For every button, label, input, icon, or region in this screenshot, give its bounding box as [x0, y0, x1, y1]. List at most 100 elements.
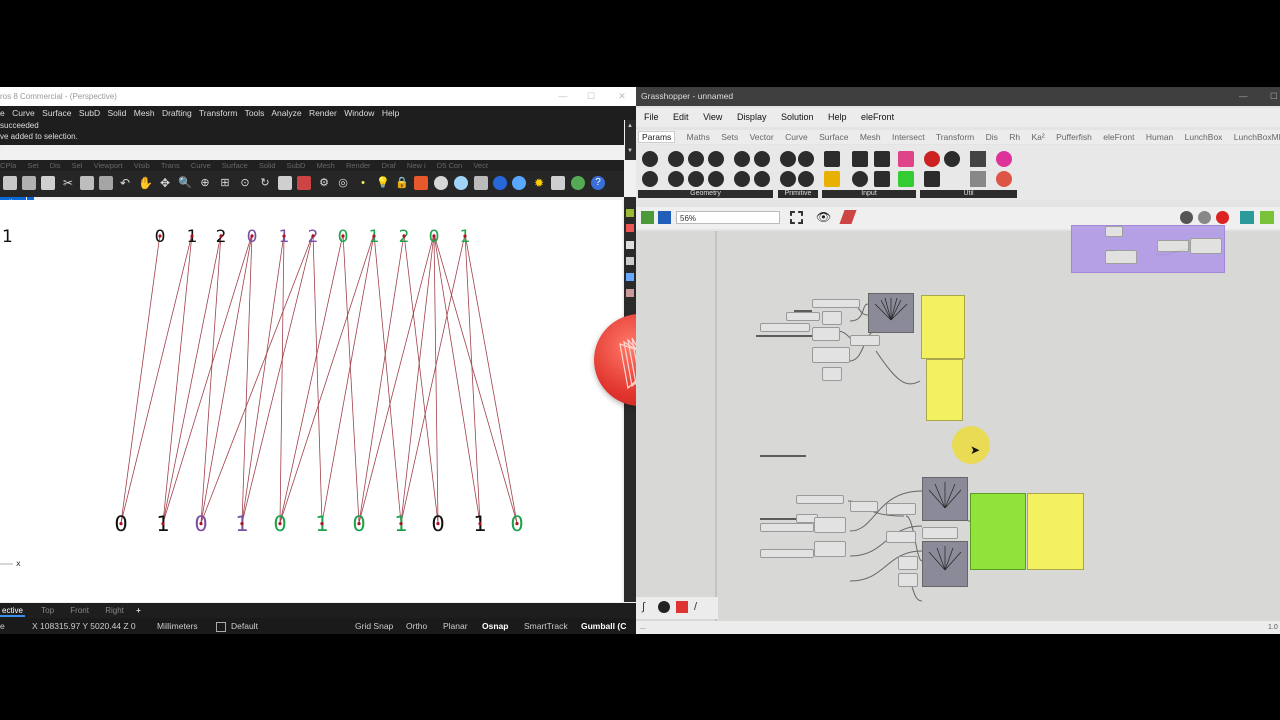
help-icon[interactable]: ? — [591, 176, 605, 190]
sketch-icon[interactable] — [839, 210, 857, 224]
grid-snap-toggle[interactable]: Grid Snap — [355, 618, 393, 634]
flask-icon[interactable] — [996, 171, 1012, 187]
param-icon[interactable] — [754, 171, 770, 187]
viewport-canvas[interactable]: 01201201201010101010101x — [0, 200, 622, 602]
connection-line[interactable] — [358, 233, 435, 524]
value-list-icon[interactable] — [874, 171, 890, 187]
point-marker[interactable] — [478, 522, 482, 526]
slider-icon[interactable] — [824, 151, 840, 167]
point-marker[interactable] — [278, 522, 282, 526]
menu-item-file[interactable]: File — [644, 112, 659, 122]
slider-node[interactable] — [812, 299, 860, 308]
menu-item-mesh[interactable]: Mesh — [134, 108, 155, 118]
tab-subd[interactable]: SubD — [287, 161, 306, 170]
tab-display[interactable]: Dis — [50, 161, 61, 170]
point-marker[interactable] — [357, 522, 361, 526]
param-icon[interactable] — [642, 171, 658, 187]
cut-icon[interactable]: ✂ — [61, 176, 75, 190]
tab-surface[interactable]: Surface — [222, 161, 248, 170]
zoom-selected-icon[interactable]: ⊙ — [238, 176, 252, 190]
tab-top[interactable]: Top — [41, 606, 54, 615]
point-marker[interactable] — [219, 234, 223, 238]
slider-node[interactable] — [760, 323, 810, 332]
tab-maths[interactable]: Maths — [687, 132, 710, 142]
param-icon[interactable] — [708, 171, 724, 187]
graph-mapper-node[interactable] — [922, 477, 968, 521]
planar-toggle[interactable]: Planar — [443, 618, 468, 634]
menu-item-surface[interactable]: Surface — [42, 108, 71, 118]
preview-eye-icon[interactable]: 👁 — [816, 210, 831, 224]
gradient-icon[interactable] — [898, 151, 914, 167]
tab-right[interactable]: Right — [105, 606, 124, 615]
menu-item-elefront[interactable]: eleFront — [861, 112, 894, 122]
connection-line[interactable] — [162, 233, 222, 524]
cherry-icon[interactable] — [924, 151, 940, 167]
panel-icon[interactable] — [626, 224, 634, 232]
add-viewport-button[interactable]: + — [136, 606, 141, 615]
point-marker[interactable] — [240, 522, 244, 526]
connection-line[interactable] — [279, 233, 344, 524]
point-marker[interactable] — [372, 234, 376, 238]
connection-line[interactable] — [342, 233, 360, 524]
menu-item-transform[interactable]: Transform — [199, 108, 237, 118]
four-views-icon[interactable] — [278, 176, 292, 190]
param-icon[interactable] — [642, 151, 658, 167]
ortho-toggle[interactable]: Ortho — [406, 618, 427, 634]
connection-line[interactable] — [241, 233, 253, 524]
disable-icon[interactable] — [1216, 211, 1229, 224]
menu-item-help[interactable]: Help — [828, 112, 847, 122]
connection-line[interactable] — [279, 233, 285, 524]
menu-item-drafting[interactable]: Drafting — [162, 108, 192, 118]
connection-line[interactable] — [312, 233, 323, 524]
tab-select[interactable]: Sel — [72, 161, 83, 170]
boolean-icon[interactable] — [852, 171, 868, 187]
pan-icon[interactable]: ✋ — [138, 176, 153, 190]
tab-solid[interactable]: Solid — [259, 161, 276, 170]
colour-swatch-icon[interactable] — [898, 171, 914, 187]
connection-line[interactable] — [162, 233, 193, 524]
menu-item-help[interactable]: Help — [382, 108, 399, 118]
connection-line[interactable] — [400, 233, 435, 524]
param-icon[interactable] — [688, 151, 704, 167]
component-node[interactable] — [1105, 250, 1137, 264]
connection-line[interactable] — [279, 233, 375, 524]
preview-mode-icon[interactable] — [1198, 211, 1211, 224]
point-marker[interactable] — [399, 522, 403, 526]
param-icon[interactable] — [734, 151, 750, 167]
grasshopper-canvas[interactable]: ➤ — [636, 225, 1280, 621]
tab-d5[interactable]: D5 Con — [437, 161, 462, 170]
component-node[interactable] — [812, 347, 850, 363]
zoom-field[interactable]: 56% — [676, 211, 780, 224]
cplane-icon[interactable] — [297, 176, 311, 190]
tab-ka2[interactable]: Ka² — [1032, 132, 1045, 142]
panel-icon[interactable] — [626, 273, 634, 281]
tab-mesh[interactable]: Mesh — [860, 132, 881, 142]
tab-curve[interactable]: Curve — [191, 161, 211, 170]
panel-icon[interactable] — [626, 257, 634, 265]
param-icon[interactable] — [708, 151, 724, 167]
param-icon[interactable] — [780, 171, 796, 187]
yellow-panel[interactable] — [1027, 493, 1084, 570]
component-node[interactable] — [850, 501, 878, 512]
tab-curve[interactable]: Curve — [785, 132, 808, 142]
component-node[interactable] — [850, 335, 880, 346]
tab-elefront[interactable]: eleFront — [1103, 132, 1134, 142]
menu-item-subd[interactable]: SubD — [79, 108, 100, 118]
tab-transform[interactable]: Transform — [936, 132, 974, 142]
preview-mode-icon[interactable] — [1180, 211, 1193, 224]
tab-front[interactable]: Front — [70, 606, 89, 615]
tab-params[interactable]: Params — [638, 131, 676, 143]
select-points-icon[interactable]: • — [356, 176, 370, 190]
connection-line[interactable] — [120, 233, 161, 524]
component-node[interactable] — [886, 531, 916, 543]
save-icon[interactable] — [658, 211, 671, 224]
point-marker[interactable] — [250, 234, 254, 238]
minimize-icon[interactable]: — — [1239, 87, 1248, 106]
status-layer[interactable]: Default — [231, 618, 258, 634]
slider-node[interactable] — [760, 549, 814, 558]
yellow-panel[interactable] — [926, 359, 963, 421]
rotate-view-icon[interactable]: ↻ — [258, 176, 272, 190]
tab-sets[interactable]: Sets — [721, 132, 738, 142]
close-icon[interactable]: ✕ — [614, 87, 630, 106]
point-marker[interactable] — [515, 522, 519, 526]
